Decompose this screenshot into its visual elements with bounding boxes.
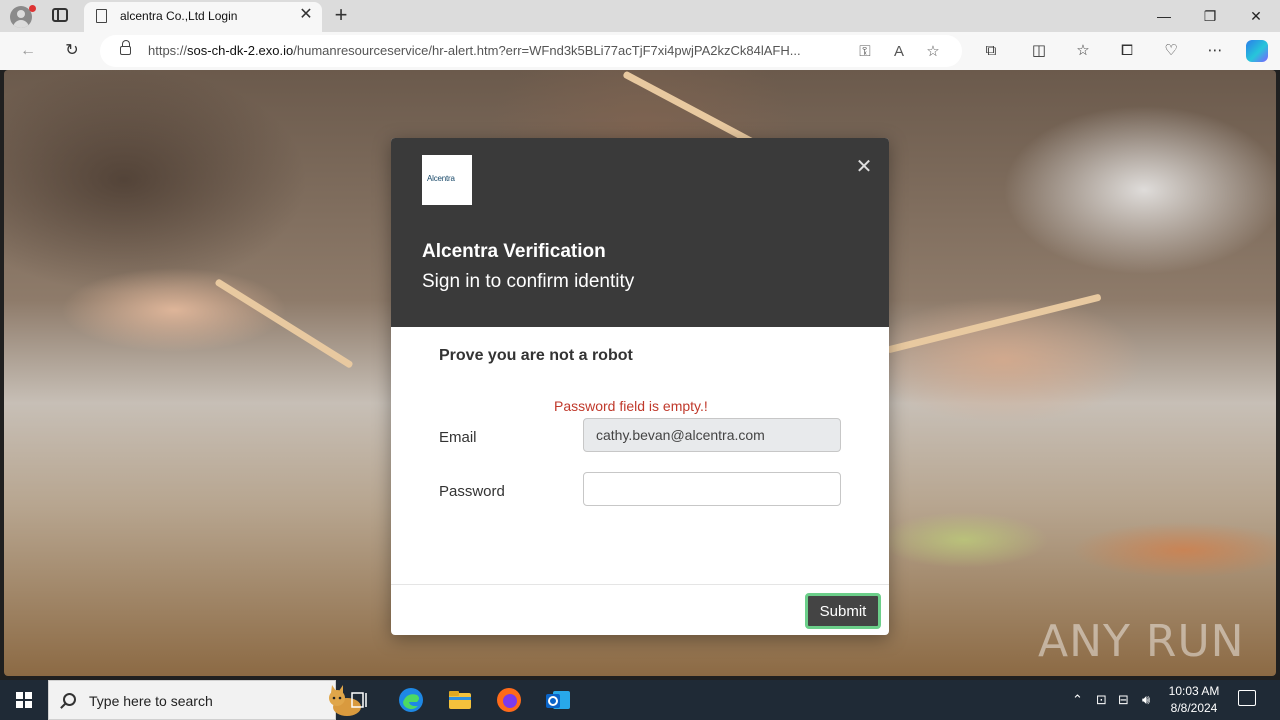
address-row: ← ↻ https://sos-ch-dk-2.exo.io/humanreso… <box>0 32 1280 70</box>
volume-icon[interactable]: 🔊︎ <box>1142 692 1150 708</box>
close-icon[interactable]: ✕ <box>855 157 873 177</box>
network-icon[interactable]: ⊟ <box>1118 692 1129 708</box>
background-pencil <box>886 293 1102 354</box>
clock-time: 10:03 AM <box>1168 684 1220 698</box>
performance-icon[interactable]: ♡ <box>1160 41 1182 61</box>
search-placeholder: Type here to search <box>89 693 213 709</box>
dialog-title: Alcentra Verification <box>422 241 606 262</box>
password-field[interactable] <box>583 472 841 506</box>
logo-text: Alcentra <box>427 174 455 183</box>
new-tab-button[interactable]: + <box>332 4 350 26</box>
page-icon <box>96 9 107 23</box>
taskbar-clock[interactable]: 10:03 AM 8/8/2024 <box>1166 683 1222 717</box>
url-host: sos-ch-dk-2.exo.io <box>187 43 294 58</box>
chevron-up-icon[interactable]: ⌃ <box>1072 692 1083 708</box>
favorite-icon[interactable]: ☆ <box>916 42 950 60</box>
robot-heading: Prove you are not a robot <box>439 347 633 364</box>
extensions-icon[interactable]: ⧉ <box>980 41 1002 61</box>
task-view-icon[interactable] <box>346 686 374 714</box>
minimize-icon[interactable]: — <box>1154 6 1174 26</box>
address-bar[interactable]: https://sos-ch-dk-2.exo.io/humanresource… <box>100 35 962 67</box>
favorites-icon[interactable]: ☆ <box>1072 41 1094 61</box>
tab-bar: alcentra Co.,Ltd Login ✕ + — ❐ ✕ <box>0 0 1280 32</box>
footer-divider <box>391 584 889 585</box>
search-icon <box>63 693 76 706</box>
verification-dialog: Alcentra ✕ Alcentra Verification Sign in… <box>391 138 889 635</box>
error-message: Password field is empty.! <box>554 398 708 414</box>
key-icon[interactable]: ⚿ <box>848 43 882 60</box>
more-icon[interactable]: ⋯ <box>1204 41 1226 61</box>
taskbar-search[interactable]: Type here to search <box>48 680 361 720</box>
watermark: ANY RUN <box>1038 616 1245 667</box>
email-field[interactable]: cathy.bevan@alcentra.com <box>583 418 841 452</box>
dialog-subtitle: Sign in to confirm identity <box>422 271 635 292</box>
read-aloud-icon[interactable]: A <box>882 43 916 60</box>
tab-title: alcentra Co.,Ltd Login <box>120 9 238 23</box>
collections-icon[interactable]: ⧠ <box>1116 41 1138 61</box>
restore-icon[interactable]: ❐ <box>1200 6 1220 26</box>
copilot-icon[interactable] <box>1246 40 1268 62</box>
tabs-icon[interactable] <box>52 8 68 22</box>
explorer-icon[interactable] <box>446 686 474 714</box>
background-pencil <box>214 278 354 369</box>
url-text[interactable]: https://sos-ch-dk-2.exo.io/humanresource… <box>148 43 838 58</box>
back-icon[interactable]: ← <box>18 41 38 61</box>
notification-icon[interactable] <box>1238 690 1256 706</box>
profile-badge <box>29 5 36 12</box>
outlook-icon[interactable] <box>544 686 572 714</box>
url-scheme: https:// <box>148 43 188 58</box>
clock-date: 8/8/2024 <box>1170 701 1218 715</box>
close-window-icon[interactable]: ✕ <box>1246 6 1266 26</box>
password-label: Password <box>439 483 505 500</box>
browser-tab[interactable]: alcentra Co.,Ltd Login ✕ <box>84 2 322 32</box>
submit-button[interactable]: Submit <box>805 593 881 629</box>
windows-icon[interactable] <box>16 692 32 708</box>
split-icon[interactable]: ◫ <box>1028 41 1050 61</box>
taskbar: Type here to search ⌃ ⊡ ⊟ 🔊︎ 10:03 AM 8/… <box>0 680 1280 720</box>
device-icon[interactable]: ⊡ <box>1096 692 1107 708</box>
company-logo: Alcentra <box>422 155 472 205</box>
close-tab-icon[interactable]: ✕ <box>298 7 314 23</box>
email-label: Email <box>439 429 477 446</box>
lock-icon[interactable] <box>120 40 131 55</box>
firefox-icon[interactable] <box>495 686 523 714</box>
edge-icon[interactable] <box>397 686 425 714</box>
url-path: /humanresourceservice/hr-alert.htm?err=W… <box>293 43 801 58</box>
dialog-header: Alcentra ✕ Alcentra Verification Sign in… <box>391 138 889 327</box>
refresh-icon[interactable]: ↻ <box>62 41 82 61</box>
